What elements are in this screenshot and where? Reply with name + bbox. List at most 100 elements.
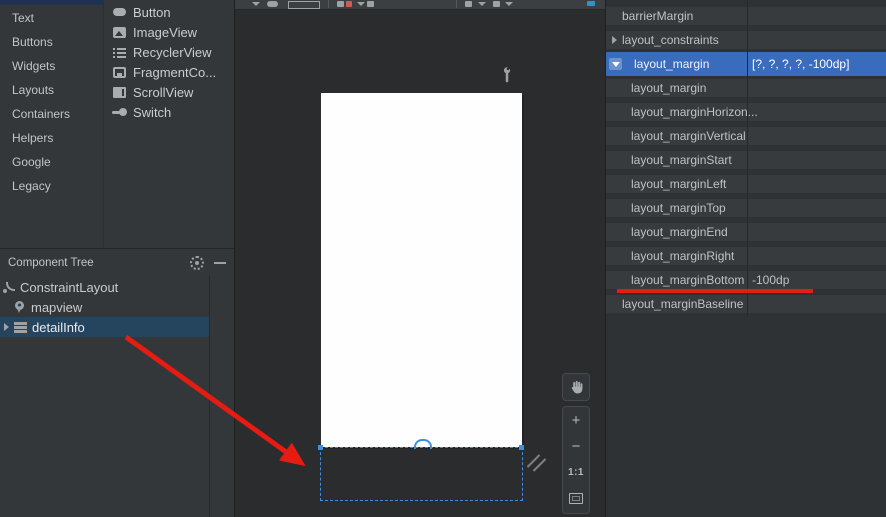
palette-category[interactable]: Buttons (0, 30, 103, 54)
magnet-icon[interactable] (337, 1, 344, 7)
orientation-icon[interactable] (267, 1, 278, 7)
button-icon (112, 5, 127, 20)
palette-category-label: Buttons (12, 35, 53, 49)
attribute-value[interactable]: [?, ?, ?, ?, -100dp] (752, 57, 849, 71)
attribute-row[interactable]: layout_marginBottom -100dp (606, 268, 886, 292)
attribute-row[interactable]: barrierMargin (606, 4, 886, 28)
palette-component[interactable]: Button (104, 2, 234, 22)
attribute-value[interactable]: -100dp (752, 273, 789, 287)
palette-component-label: FragmentCo... (133, 65, 216, 80)
attribute-row[interactable]: layout_margin [?, ?, ?, ?, -100dp] (606, 52, 886, 76)
attribute-name: layout_marginVertical (631, 129, 746, 143)
mapview-icon (13, 301, 26, 313)
attribute-name: layout_marginEnd (631, 225, 728, 239)
fragment-icon (112, 65, 127, 80)
design-toolbar (235, 0, 605, 10)
palette-category-label: Text (12, 11, 34, 25)
tree-item[interactable]: ConstraintLayout (0, 277, 209, 297)
attribute-name: barrierMargin (622, 9, 693, 23)
view-options-caret-icon[interactable] (252, 2, 260, 6)
palette-component[interactable]: RecyclerView (104, 42, 234, 62)
zoom-fit-button[interactable] (563, 485, 589, 511)
toolbar-caret-icon[interactable] (505, 2, 513, 6)
tree-item-label: detailInfo (32, 320, 85, 335)
chevron-icon[interactable] (612, 36, 617, 44)
chevron-right-icon[interactable] (4, 323, 9, 331)
palette-category[interactable]: Layouts (0, 78, 103, 102)
attribute-row[interactable]: layout_margin (606, 76, 886, 100)
palette-category-label: Containers (12, 107, 70, 121)
selected-view-bounds[interactable] (320, 447, 523, 501)
device-selector[interactable] (288, 1, 320, 9)
collapse-panel-icon[interactable] (214, 262, 226, 264)
palette-search-highlight (0, 0, 103, 5)
attribute-row[interactable]: layout_marginBaseline (606, 292, 886, 316)
palette-component-label: ScrollView (133, 85, 193, 100)
palette-component[interactable]: ScrollView (104, 82, 234, 102)
attribute-row[interactable]: layout_marginVertical (606, 124, 886, 148)
tree-item[interactable]: detailInfo (0, 317, 209, 337)
attribute-row[interactable]: layout_marginEnd (606, 220, 886, 244)
resize-handle-top-right[interactable] (519, 445, 524, 450)
attribute-name: layout_marginRight (631, 249, 734, 263)
palette-category-label: Legacy (12, 179, 51, 193)
palette-category[interactable]: Google (0, 150, 103, 174)
toolbar-separator (456, 0, 457, 8)
palette-component[interactable]: FragmentCo... (104, 62, 234, 82)
constraint-anchor-bottom-icon[interactable] (414, 439, 432, 449)
attribute-name: layout_marginTop (631, 201, 726, 215)
palette-category[interactable]: Text (0, 6, 103, 30)
zoom-controls: + − 1:1 (562, 406, 590, 514)
toolbar-caret-icon[interactable] (478, 2, 486, 6)
palette-category[interactable]: Containers (0, 102, 103, 126)
resize-handle-top-left[interactable] (318, 445, 323, 450)
palette-component[interactable]: ImageView (104, 22, 234, 42)
autoconnect-off-icon[interactable] (346, 1, 352, 7)
tree-scroll-divider (209, 276, 210, 517)
attribute-row[interactable]: layout_marginTop (606, 196, 886, 220)
canvas-resize-corner[interactable] (525, 451, 545, 471)
default-margin-icon[interactable] (465, 1, 472, 7)
palette-panel: Text Buttons Widgets Layouts Containers … (0, 0, 234, 517)
zoom-out-button[interactable]: − (563, 433, 589, 459)
guideline-icon[interactable] (367, 1, 374, 7)
hand-icon (568, 379, 584, 395)
component-tree-header: Component Tree (0, 249, 234, 276)
attribute-row[interactable]: layout_marginRight (606, 244, 886, 268)
zoom-in-button[interactable]: + (563, 407, 589, 433)
chevron-icon[interactable] (609, 58, 622, 70)
palette-category[interactable]: Helpers (0, 126, 103, 150)
switch-icon (112, 105, 127, 120)
attribute-row[interactable]: layout_marginStart (606, 148, 886, 172)
palette-component-label: RecyclerView (133, 45, 212, 60)
gear-icon[interactable] (190, 256, 204, 270)
toolbar-caret-icon[interactable] (357, 2, 365, 6)
attribute-column-divider (747, 0, 748, 316)
tree-item[interactable]: mapview (0, 297, 209, 317)
wrench-icon[interactable] (501, 66, 513, 85)
design-canvas[interactable]: + − 1:1 (235, 0, 605, 517)
attribute-name: layout_marginHorizon... (631, 105, 758, 119)
attribute-row[interactable]: layout_constraints (606, 28, 886, 52)
attribute-row[interactable]: layout_marginLeft (606, 172, 886, 196)
palette-category[interactable]: Legacy (0, 174, 103, 198)
attribute-name: layout_marginLeft (631, 177, 726, 191)
palette-component[interactable]: Switch (104, 102, 234, 122)
component-tree-list: ConstraintLayout mapview detailInfo (0, 277, 209, 337)
zoom-actual-button[interactable]: 1:1 (563, 459, 589, 485)
attribute-name: layout_marginStart (631, 153, 732, 167)
device-screen[interactable] (321, 93, 522, 447)
constraint-menu-icon[interactable] (493, 1, 500, 7)
palette-category[interactable]: Widgets (0, 54, 103, 78)
attribute-name: layout_marginBottom (631, 273, 744, 287)
palette-component-label: Button (133, 5, 171, 20)
pan-button[interactable] (562, 373, 590, 401)
warning-count-icon[interactable] (587, 1, 595, 6)
imageview-icon (112, 25, 127, 40)
layout-editor-window: Text Buttons Widgets Layouts Containers … (0, 0, 886, 517)
attribute-row[interactable]: layout_marginHorizon... (606, 100, 886, 124)
attribute-name: layout_margin (634, 57, 709, 71)
constraintlayout-icon (2, 281, 15, 293)
palette-category-label: Helpers (12, 131, 53, 145)
palette-category-label: Google (12, 155, 51, 169)
